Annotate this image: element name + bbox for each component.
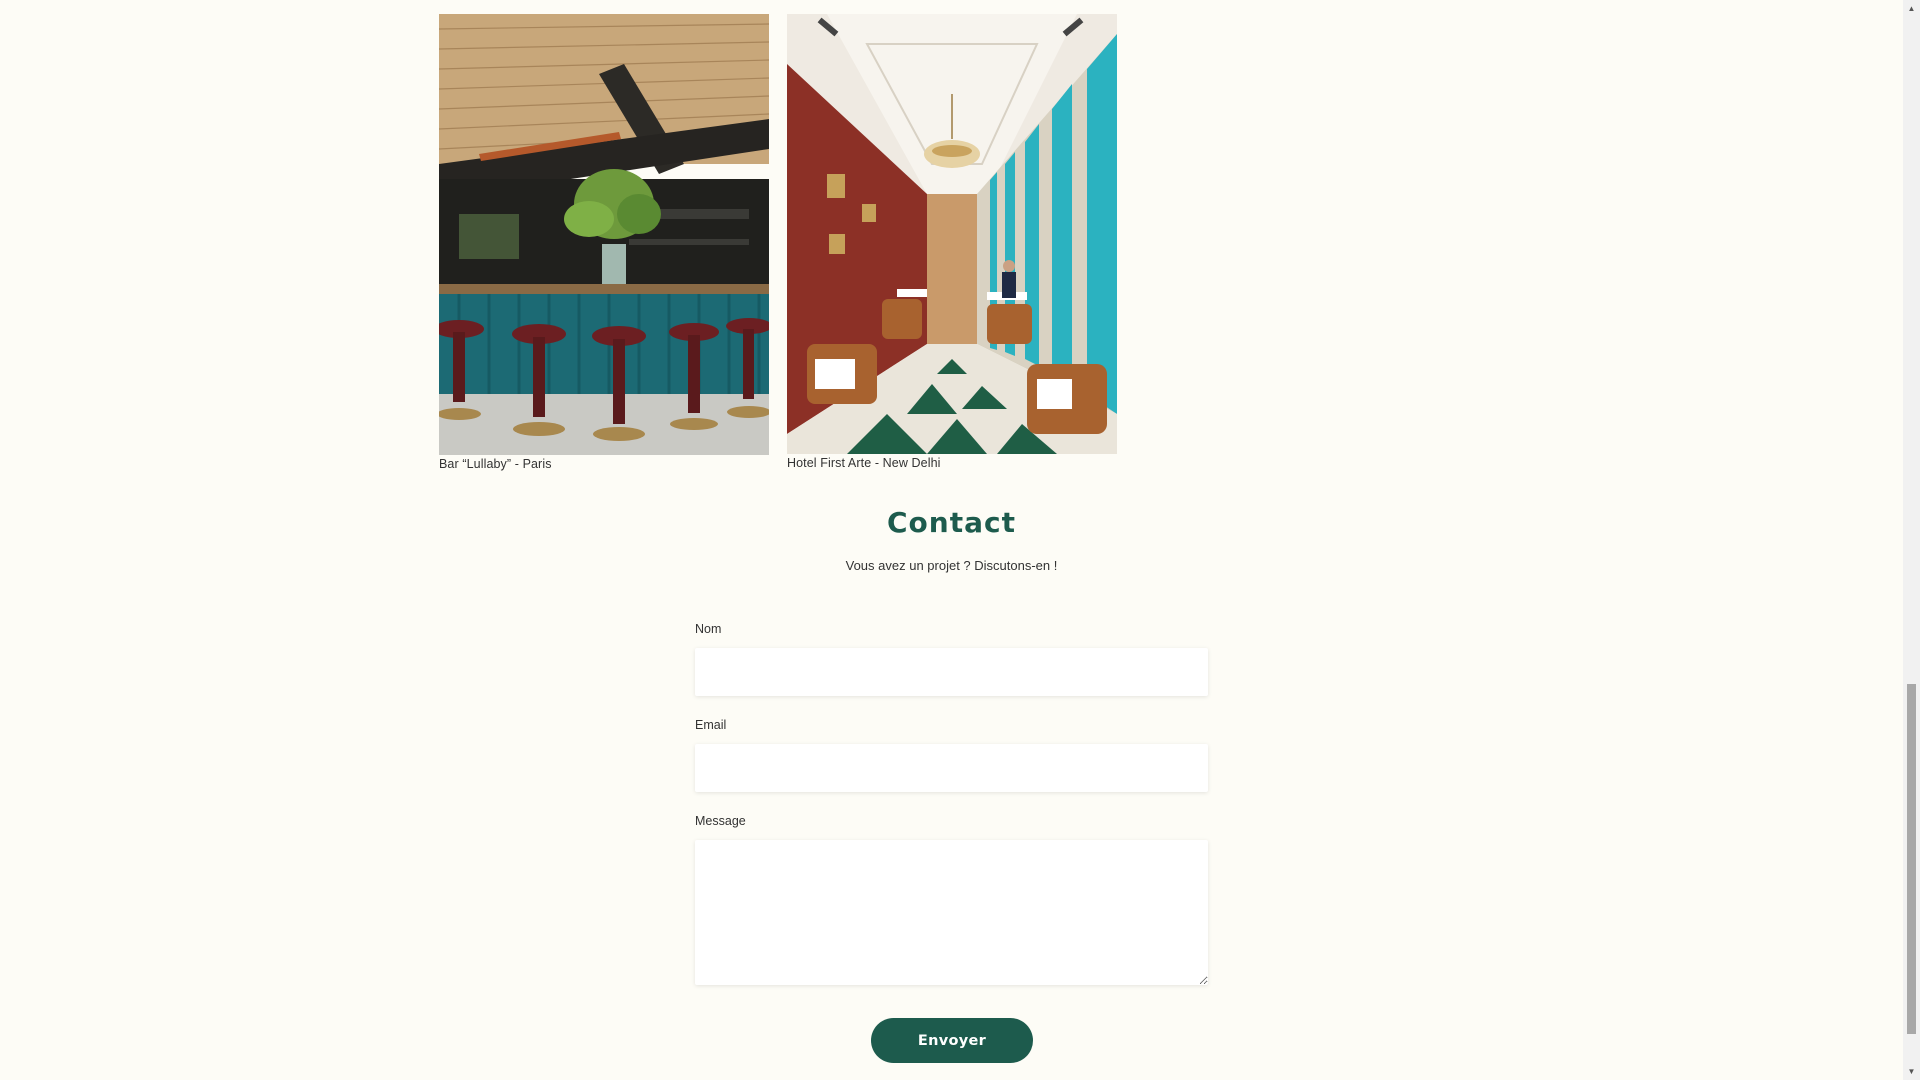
photo-caption: Hotel First Arte - New Delhi: [787, 456, 941, 470]
page-scrollbar[interactable]: ▲ ▼: [1903, 0, 1920, 1080]
name-label: Nom: [695, 622, 722, 636]
contact-subtitle: Vous avez un projet ? Discutons-en !: [845, 558, 1058, 573]
submit-button[interactable]: Envoyer: [871, 1018, 1033, 1063]
message-label: Message: [695, 814, 746, 828]
triangle-down-icon[interactable]: ▼: [1903, 1063, 1920, 1080]
gallery-item: Bar “Lullaby” - Paris: [439, 14, 769, 471]
bar-lullaby-photo: [439, 14, 769, 455]
name-field[interactable]: [695, 648, 1208, 696]
photo-gallery: Bar “Lullaby” - Paris Hotel First Arte -…: [439, 14, 1117, 471]
triangle-up-icon[interactable]: ▲: [1903, 0, 1920, 17]
contact-title: Contact: [887, 506, 1016, 539]
photo-caption: Bar “Lullaby” - Paris: [439, 457, 552, 471]
submit-wrapper: Envoyer: [871, 1018, 1033, 1063]
email-label: Email: [695, 718, 727, 732]
gallery-item: Hotel First Arte - New Delhi: [787, 14, 1117, 471]
contact-form: Nom Email Message: [695, 622, 1208, 985]
hotel-first-arte-photo: [787, 14, 1117, 454]
message-field[interactable]: [695, 840, 1208, 985]
email-field[interactable]: [695, 744, 1208, 792]
scrollbar-thumb[interactable]: [1907, 684, 1916, 1034]
